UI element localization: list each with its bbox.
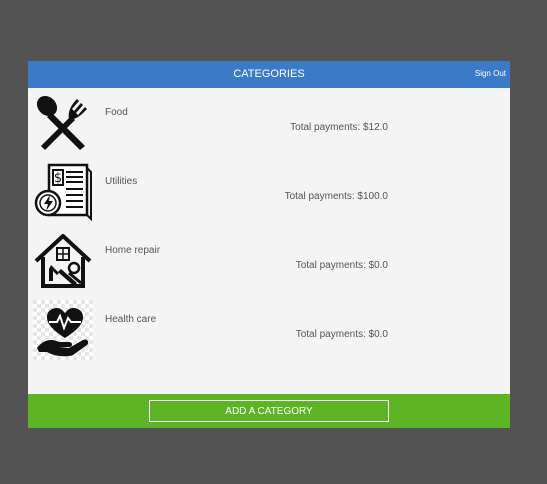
category-name: Health care [105, 314, 157, 325]
category-total: Total payments: $0.0 [295, 260, 388, 271]
category-name: Home repair [105, 245, 161, 256]
svg-text:$: $ [54, 171, 62, 186]
category-item-home-repair[interactable]: Home repair Total payments: $0.0 [28, 226, 510, 292]
sign-out-link[interactable]: Sign Out [475, 69, 506, 78]
category-item-food[interactable]: Food Total payments: $12.0 [28, 88, 510, 154]
category-list: Food Total payments: $12.0 $ Utilities T… [28, 88, 510, 394]
category-total: Total payments: $100.0 [284, 191, 388, 202]
page-title: CATEGORIES [233, 68, 305, 80]
fork-spoon-icon [33, 93, 93, 153]
category-item-health-care[interactable]: Health care Total payments: $0.0 [28, 295, 510, 361]
category-name: Food [105, 107, 128, 118]
category-item-utilities[interactable]: $ Utilities Total payments: $100.0 [28, 157, 510, 223]
category-total: Total payments: $0.0 [295, 329, 388, 340]
category-total: Total payments: $12.0 [290, 122, 388, 133]
add-category-button[interactable]: ADD A CATEGORY [149, 400, 389, 422]
category-name: Utilities [105, 176, 138, 187]
heart-hand-icon [33, 300, 93, 360]
utility-bill-icon: $ [33, 162, 93, 222]
app-window: CATEGORIES Sign Out Food Total payments:… [28, 61, 510, 428]
header-bar: CATEGORIES Sign Out [28, 61, 510, 88]
house-repair-icon [33, 231, 93, 291]
footer-bar: ADD A CATEGORY [28, 394, 510, 428]
